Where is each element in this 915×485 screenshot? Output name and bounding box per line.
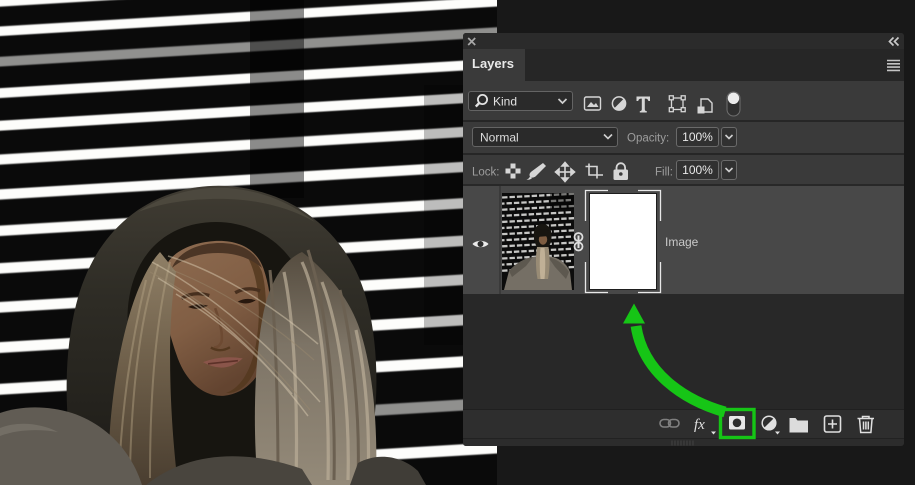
- svg-text:Opacity:: Opacity:: [627, 133, 669, 145]
- svg-text:Kind: Kind: [493, 95, 517, 109]
- svg-text:Fill:: Fill:: [655, 167, 673, 179]
- svg-text:Normal: Normal: [480, 131, 519, 145]
- svg-text:Lock:: Lock:: [472, 167, 500, 179]
- svg-text:fx: fx: [694, 417, 705, 433]
